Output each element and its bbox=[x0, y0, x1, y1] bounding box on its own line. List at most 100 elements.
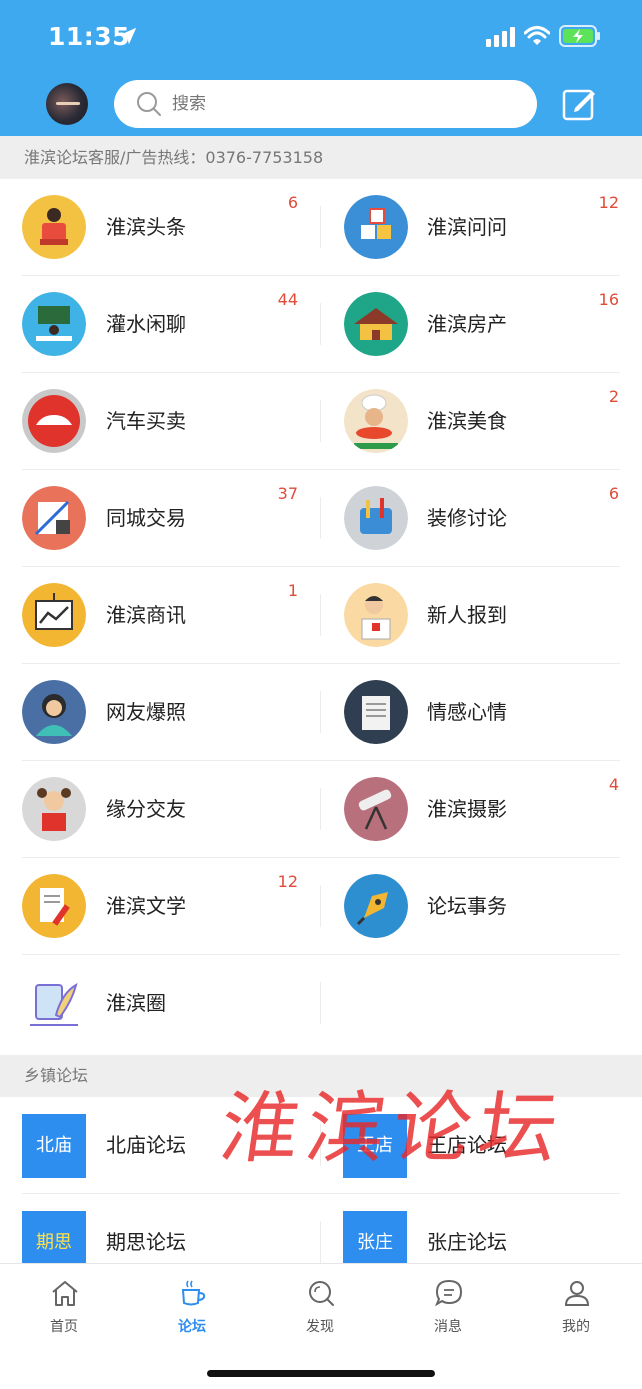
compose-post-icon[interactable] bbox=[561, 86, 597, 122]
forum-name: 汽车买卖 bbox=[106, 409, 186, 433]
forum-item-circle[interactable]: 淮滨圈 bbox=[0, 955, 321, 1052]
forum-item-newcomers[interactable]: 新人报到 bbox=[321, 567, 642, 664]
location-arrow-icon bbox=[119, 27, 137, 45]
tab-forum[interactable]: 论坛 bbox=[128, 1264, 256, 1344]
girl-reading-icon bbox=[22, 777, 86, 841]
column-divider bbox=[320, 303, 321, 345]
post-count-badge: 6 bbox=[287, 193, 298, 212]
forum-name: 情感心情 bbox=[427, 700, 507, 724]
tab-label: 论坛 bbox=[178, 1319, 206, 1335]
forum-name: 论坛事务 bbox=[427, 894, 507, 918]
chef-icon bbox=[344, 389, 408, 453]
search-bar[interactable] bbox=[114, 80, 537, 128]
stationery-icon bbox=[22, 486, 86, 550]
tab-label: 首页 bbox=[50, 1319, 78, 1335]
forum-item-trade[interactable]: 同城交易 37 bbox=[0, 470, 321, 567]
tab-label: 我的 bbox=[562, 1319, 590, 1335]
newcomer-icon bbox=[344, 583, 408, 647]
forum-name: 新人报到 bbox=[427, 603, 507, 627]
forum-name: 淮滨文学 bbox=[106, 894, 186, 918]
post-count-badge: 2 bbox=[608, 387, 619, 406]
column-divider bbox=[320, 788, 321, 830]
forum-name: 淮滨商讯 bbox=[106, 603, 186, 627]
coffee-cup-icon bbox=[181, 1280, 206, 1306]
post-count-badge: 44 bbox=[277, 290, 298, 309]
forum-item-food[interactable]: 淮滨美食 2 bbox=[321, 373, 642, 470]
home-indicator bbox=[207, 1370, 435, 1377]
telescope-icon bbox=[344, 777, 408, 841]
column-divider bbox=[320, 885, 321, 927]
tab-home[interactable]: 首页 bbox=[0, 1264, 128, 1344]
user-icon bbox=[564, 1281, 590, 1306]
home-icon bbox=[52, 1281, 78, 1306]
column-divider bbox=[320, 691, 321, 733]
tab-label: 消息 bbox=[434, 1319, 462, 1335]
chat-bubble-icon bbox=[434, 1279, 463, 1307]
reading-person-icon bbox=[22, 195, 86, 259]
town-badge: 北庙 bbox=[22, 1114, 86, 1178]
tools-bag-icon bbox=[344, 486, 408, 550]
tab-messages[interactable]: 消息 bbox=[384, 1264, 512, 1344]
forum-item-chat[interactable]: 灌水闲聊 44 bbox=[0, 276, 321, 373]
forum-name: 淮滨摄影 bbox=[427, 797, 507, 821]
notepad-icon bbox=[344, 680, 408, 744]
forum-item-questions[interactable]: 淮滨问问 12 bbox=[321, 179, 642, 276]
post-count-badge: 12 bbox=[598, 193, 619, 212]
forum-item-renovation[interactable]: 装修讨论 6 bbox=[321, 470, 642, 567]
app-header: 11:35 bbox=[0, 0, 642, 136]
forum-item-affairs[interactable]: 论坛事务 bbox=[321, 858, 642, 955]
service-hotline: 淮滨论坛客服/广告热线：0376-7753158 bbox=[0, 136, 642, 179]
tab-profile[interactable]: 我的 bbox=[512, 1264, 640, 1344]
pencil-paper-icon bbox=[22, 874, 86, 938]
town-forum-name: 北庙论坛 bbox=[106, 1133, 186, 1157]
forum-item-literature[interactable]: 淮滨文学 12 bbox=[0, 858, 321, 955]
post-count-badge: 6 bbox=[608, 484, 619, 503]
battery-charging-icon bbox=[559, 25, 600, 47]
tab-label: 发现 bbox=[306, 1319, 334, 1335]
forum-name: 缘分交友 bbox=[106, 797, 186, 821]
post-count-badge: 4 bbox=[608, 775, 619, 794]
number-blocks-icon bbox=[344, 195, 408, 259]
watermark-logo-text: 淮滨论坛 bbox=[214, 1084, 572, 1174]
post-count-badge: 12 bbox=[277, 872, 298, 891]
column-divider bbox=[320, 1221, 321, 1263]
forum-name: 同城交易 bbox=[106, 506, 186, 530]
presentation-board-icon bbox=[22, 583, 86, 647]
woman-avatar-icon bbox=[22, 680, 86, 744]
forum-item-business[interactable]: 淮滨商讯 1 bbox=[0, 567, 321, 664]
forum-name: 网友爆照 bbox=[106, 700, 186, 724]
forum-item-cars[interactable]: 汽车买卖 bbox=[0, 373, 321, 470]
forum-item-dating[interactable]: 缘分交友 bbox=[0, 761, 321, 858]
column-divider bbox=[320, 497, 321, 539]
post-count-badge: 1 bbox=[287, 581, 298, 600]
forum-name: 淮滨问问 bbox=[427, 215, 507, 239]
post-count-badge: 16 bbox=[598, 290, 619, 309]
forum-page: 11:35 淮滨论坛客服/广告 bbox=[0, 0, 642, 1389]
forum-item-photos[interactable]: 网友爆照 bbox=[0, 664, 321, 761]
forum-name: 灌水闲聊 bbox=[106, 312, 186, 336]
cellular-signal-icon bbox=[486, 27, 515, 47]
column-divider bbox=[320, 982, 321, 1024]
forum-name: 淮滨头条 bbox=[106, 215, 186, 239]
user-avatar[interactable] bbox=[46, 83, 88, 125]
feather-pen-icon bbox=[22, 971, 86, 1035]
car-icon bbox=[22, 389, 86, 453]
forum-item-headlines[interactable]: 淮滨头条 6 bbox=[0, 179, 321, 276]
forum-name: 淮滨美食 bbox=[427, 409, 507, 433]
discover-search-icon bbox=[309, 1281, 334, 1306]
search-input[interactable] bbox=[172, 80, 512, 128]
forum-item-photography[interactable]: 淮滨摄影 4 bbox=[321, 761, 642, 858]
wifi-icon bbox=[524, 26, 550, 45]
column-divider bbox=[320, 206, 321, 248]
classroom-icon bbox=[22, 292, 86, 356]
forum-name: 淮滨房产 bbox=[427, 312, 507, 336]
forum-item-emotions[interactable]: 情感心情 bbox=[321, 664, 642, 761]
column-divider bbox=[320, 594, 321, 636]
forum-item-realestate[interactable]: 淮滨房产 16 bbox=[321, 276, 642, 373]
post-count-badge: 37 bbox=[277, 484, 298, 503]
forum-name: 装修讨论 bbox=[427, 506, 507, 530]
fountain-pen-icon bbox=[344, 874, 408, 938]
house-icon bbox=[344, 292, 408, 356]
tab-discover[interactable]: 发现 bbox=[256, 1264, 384, 1344]
column-divider bbox=[320, 400, 321, 442]
